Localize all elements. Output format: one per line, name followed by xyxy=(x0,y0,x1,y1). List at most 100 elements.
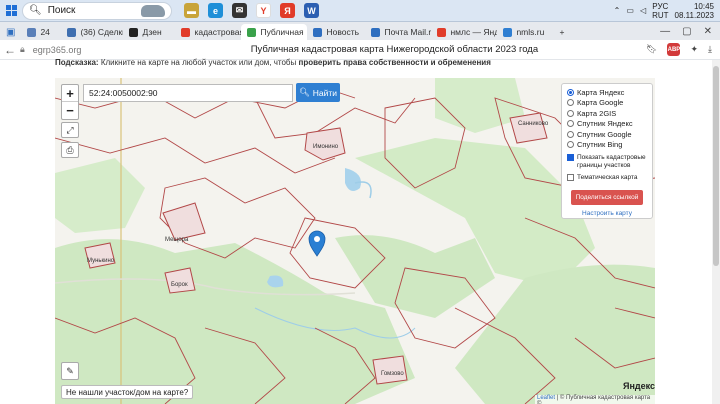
close-icon[interactable]: ✕ xyxy=(704,26,712,37)
lang-line1: РУС xyxy=(652,1,669,11)
bookmark-icon[interactable]: 🔖︎ xyxy=(646,44,657,55)
tab-label: Новость xyxy=(326,27,360,37)
browser-tab[interactable]: Новость xyxy=(307,24,365,40)
extensions-icon[interactable]: ✦ xyxy=(690,44,698,55)
place-label: Мещера xyxy=(165,237,189,243)
chevron-up-icon[interactable]: ⌃ xyxy=(614,6,621,15)
tab-favicon-icon xyxy=(371,27,381,37)
place-label: Борок xyxy=(171,282,188,288)
tab-label: 24 xyxy=(40,27,50,37)
zoom-in-button[interactable]: + xyxy=(62,85,78,102)
settlement-boundary xyxy=(372,355,408,385)
checkbox-checked-icon xyxy=(567,154,574,161)
layer-option[interactable]: Карта 2GIS xyxy=(567,108,647,119)
search-icon: 🔍︎ xyxy=(298,87,310,97)
back-arrow-icon[interactable]: ← xyxy=(0,43,20,57)
volume-icon[interactable]: ◁ xyxy=(640,6,646,15)
minimize-icon[interactable]: — xyxy=(660,26,670,37)
find-button-label: Найти xyxy=(312,87,338,98)
edge-icon[interactable]: e xyxy=(208,3,223,18)
browser-tab[interactable]: 24 xyxy=(21,24,61,40)
layer-option[interactable]: Карта Яндекс xyxy=(567,87,647,98)
new-tab-button[interactable]: + xyxy=(553,24,570,40)
download-icon[interactable]: ⤓ xyxy=(708,44,712,55)
clock-date: 08.11.2023 xyxy=(674,10,714,20)
file-explorer-icon[interactable]: ▬ xyxy=(184,3,199,18)
cadastral-search-input[interactable]: 52:24:0050002:90 xyxy=(83,84,293,102)
search-icon: 🔍︎ xyxy=(29,5,42,16)
thematic-map-checkbox[interactable]: Тематическая карта xyxy=(567,174,647,182)
radio-icon xyxy=(567,141,574,149)
browser-menu-button[interactable]: ▣ xyxy=(0,24,21,40)
taskbar-search[interactable]: 🔍︎ Поиск xyxy=(22,1,172,20)
show-boundaries-checkbox[interactable]: Показать кадастровые границы участков xyxy=(567,154,647,170)
browser-tab[interactable]: Дзен xyxy=(123,24,175,40)
clock-time: 10:45 xyxy=(693,1,714,11)
network-icon[interactable]: ▭ xyxy=(626,6,634,15)
tab-label: кадастровая xyxy=(194,27,242,37)
url-domain[interactable]: egrp365.org xyxy=(33,45,143,55)
layer-option[interactable]: Спутник Яндекс xyxy=(567,119,647,130)
window-controls: — ▢ ✕ xyxy=(660,22,720,40)
map-attribution: Leaflet | © Публичная кадастровая карта … xyxy=(535,395,655,404)
tab-label: нмлс — Янд xyxy=(450,27,498,37)
print-button[interactable]: ⎙ xyxy=(61,142,79,158)
configure-map-link[interactable]: Настроить карту xyxy=(567,210,647,217)
forest-area xyxy=(55,158,145,233)
lake xyxy=(345,168,361,192)
yandex-browser-icon[interactable]: Y xyxy=(256,3,271,18)
browser-tab[interactable]: Публичная× xyxy=(241,24,308,40)
fullscreen-button[interactable]: ⤢ xyxy=(61,122,79,138)
layer-option-label: Спутник Google xyxy=(577,129,632,139)
layer-option[interactable]: Спутник Google xyxy=(567,129,647,140)
place-label: Мунькино xyxy=(87,258,115,264)
radio-icon xyxy=(567,99,574,107)
layer-option[interactable]: Карта Google xyxy=(567,98,647,109)
scrollbar-thumb[interactable] xyxy=(713,66,719,266)
layer-option-label: Спутник Bing xyxy=(577,140,623,150)
layer-option-label: Спутник Яндекс xyxy=(577,119,633,129)
share-link-button[interactable]: Поделиться ссылкой xyxy=(571,190,643,205)
start-button[interactable] xyxy=(0,0,22,22)
layer-option-label: Карта Google xyxy=(577,98,624,108)
thematic-label: Тематическая карта xyxy=(577,174,638,181)
hint-line: Подсказка: Кликните на карте на любой уч… xyxy=(55,58,655,68)
find-button[interactable]: 🔍︎ Найти xyxy=(296,83,340,102)
tab-favicon-icon xyxy=(67,27,77,37)
settlement-boundary xyxy=(509,112,548,144)
adblock-icon[interactable]: ABP xyxy=(667,43,681,56)
maximize-icon[interactable]: ▢ xyxy=(682,26,691,37)
place-label: Гомзово xyxy=(381,371,404,377)
radio-icon xyxy=(567,120,574,128)
browser-tab[interactable]: кадастровая xyxy=(175,24,241,40)
input-language[interactable]: РУС RUT xyxy=(652,2,668,20)
word-icon[interactable]: W xyxy=(304,3,319,18)
zoom-out-button[interactable]: − xyxy=(62,102,78,119)
layer-option[interactable]: Спутник Bing xyxy=(567,140,647,151)
tab-favicon-icon xyxy=(247,27,257,37)
lang-line2: RUT xyxy=(652,10,669,20)
mail-icon[interactable]: ✉ xyxy=(232,3,247,18)
browser-tab[interactable]: nmls.ru xyxy=(497,24,553,40)
layers-panel: Карта Яндекс Карта Google Карта 2GIS Спутни… xyxy=(561,83,653,219)
browser-tab[interactable]: нмлс — Янд xyxy=(431,24,497,40)
not-found-button[interactable]: Не нашли участок/дом на карте? xyxy=(61,385,194,399)
tab-label: Дзен xyxy=(142,27,162,37)
draw-button[interactable]: ✎ xyxy=(61,362,79,380)
yandex-icon[interactable]: Я xyxy=(280,3,295,18)
settlement-boundary xyxy=(164,267,196,294)
hint-prefix: Подсказка: xyxy=(55,58,99,67)
print-icon: ⎙ xyxy=(66,144,74,155)
search-highlight-icon xyxy=(141,4,165,17)
browser-tab[interactable]: (36) Сделки xyxy=(61,24,123,40)
cadastral-map[interactable]: Санниково Имонино Мещера Мунькино Борок … xyxy=(55,78,655,404)
radio-icon xyxy=(567,109,574,117)
yandex-logo[interactable]: Яндекс xyxy=(623,381,655,391)
checkbox-icon xyxy=(567,174,574,181)
browser-tab[interactable]: Почта Mail.r xyxy=(365,24,431,40)
clock[interactable]: 10:45 08.11.2023 xyxy=(675,2,714,20)
tab-favicon-icon xyxy=(27,27,37,37)
radio-icon xyxy=(567,88,574,96)
tab-label: Почта Mail.r xyxy=(384,27,432,37)
page-scrollbar[interactable] xyxy=(712,60,720,404)
